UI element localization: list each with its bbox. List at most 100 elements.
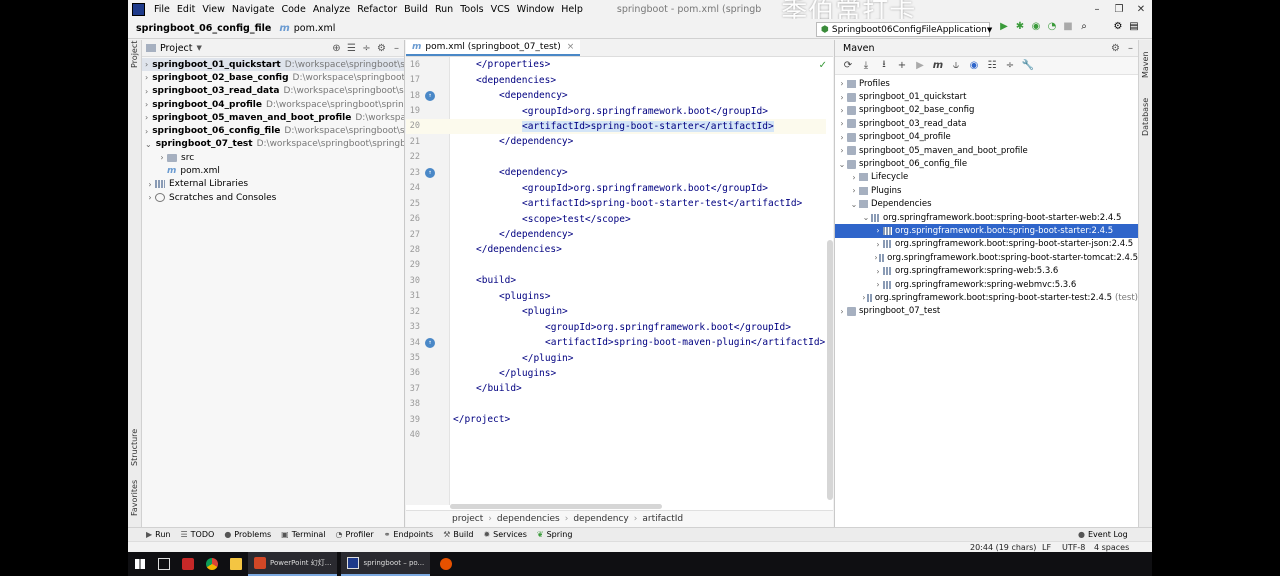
search-icon[interactable]: ⌕ xyxy=(1076,21,1092,32)
chevron-right-icon[interactable]: › xyxy=(837,106,847,115)
toolwin-terminal[interactable]: ▣ Terminal xyxy=(281,530,325,539)
menu-window[interactable]: Window xyxy=(514,4,558,15)
tree-item[interactable]: › springboot_03_read_data D:\workspace\spr… xyxy=(142,85,404,98)
tree-item[interactable]: ⌄ springboot_07_test D:\workspace\springbo… xyxy=(142,138,404,151)
chevron-right-icon[interactable]: › xyxy=(837,133,847,142)
code-line[interactable]: 36 </plugins> xyxy=(406,366,826,381)
toolwin-run[interactable]: ▶ Run xyxy=(146,530,171,539)
code-line[interactable]: 30 <build> xyxy=(406,273,826,288)
toolwin-services[interactable]: ✹ Services xyxy=(483,530,526,539)
code-line[interactable]: 39 </project> xyxy=(406,412,826,427)
code-line[interactable]: 21 </dependency> xyxy=(406,134,826,149)
maven-tree-item[interactable]: › springboot_07_test xyxy=(835,305,1138,318)
maven-tree-item[interactable]: › org.springframework.boot:spring-boot-st… xyxy=(835,291,1138,304)
maven-tree-item[interactable]: › org.springframework.boot:spring-boot-st… xyxy=(835,238,1138,251)
wrench-icon[interactable]: 🔧 xyxy=(1019,60,1037,71)
chevron-right-icon[interactable]: › xyxy=(837,93,847,102)
override-gutter-icon[interactable]: ↑ xyxy=(425,167,435,178)
expand-all-icon[interactable]: ☰ xyxy=(344,43,359,54)
caret-position[interactable]: 20:44 (19 chars) xyxy=(970,543,1036,552)
chevron-right-icon[interactable]: › xyxy=(145,87,148,96)
file-encoding[interactable]: UTF-8 xyxy=(1062,543,1085,552)
minimize-icon[interactable]: – xyxy=(1086,4,1108,15)
code-line[interactable]: 22 xyxy=(406,150,826,165)
chevron-down-icon[interactable]: ⌄ xyxy=(145,140,152,149)
download-icon[interactable]: ⭳ xyxy=(875,57,893,74)
tree-item[interactable]: › springboot_06_config_file D:\workspace\s… xyxy=(142,124,404,137)
maven-tree-item[interactable]: › springboot_04_profile xyxy=(835,131,1138,144)
chevron-down-icon[interactable]: ▼ xyxy=(197,44,202,52)
menu-build[interactable]: Build xyxy=(401,4,432,15)
close-icon[interactable]: ✕ xyxy=(1130,4,1152,15)
maximize-icon[interactable]: ❐ xyxy=(1108,4,1130,15)
chevron-right-icon[interactable]: › xyxy=(837,119,847,128)
project-panel-title[interactable]: Project xyxy=(160,43,193,54)
breadcrumb-artifactid[interactable]: artifactId xyxy=(642,514,683,524)
code-line[interactable]: 18 ↑ <dependency> xyxy=(406,88,826,103)
line-separator[interactable]: LF xyxy=(1042,543,1051,552)
code-line[interactable]: 26 <scope>test</scope> xyxy=(406,211,826,226)
stripe-database[interactable]: Database xyxy=(1141,98,1150,136)
menu-help[interactable]: Help xyxy=(558,4,587,15)
maven-tree-item[interactable]: › Profiles xyxy=(835,77,1138,90)
menu-run[interactable]: Run xyxy=(432,4,457,15)
add-icon[interactable]: + xyxy=(893,60,911,71)
maven-goal-icon[interactable]: m xyxy=(929,60,947,71)
code-line[interactable]: 25 <artifactId>spring-boot-starter-test</… xyxy=(406,196,826,211)
indent-setting[interactable]: 4 spaces xyxy=(1094,543,1129,552)
code-line[interactable]: 17 <dependencies> xyxy=(406,72,826,87)
code-line[interactable]: 40 xyxy=(406,428,826,443)
chevron-right-icon[interactable]: › xyxy=(145,180,155,189)
collapse-all-icon[interactable]: ÷ xyxy=(1001,60,1019,71)
maven-tree-item[interactable]: › org.springframework.boot:spring-boot-st… xyxy=(835,224,1138,238)
maven-tree-item[interactable]: › springboot_01_quickstart xyxy=(835,90,1138,103)
code-line[interactable]: 23 ↑ <dependency> xyxy=(406,165,826,180)
collapse-all-icon[interactable]: ÷ xyxy=(359,43,374,54)
chevron-down-icon[interactable]: ⌄ xyxy=(837,160,847,169)
maven-tree-item[interactable]: › Lifecycle xyxy=(835,171,1138,184)
menu-tools[interactable]: Tools xyxy=(457,4,487,15)
layout-icon[interactable]: ▤ xyxy=(1126,21,1142,32)
chevron-right-icon[interactable]: › xyxy=(157,153,167,162)
debug-icon[interactable]: ✱ xyxy=(1012,21,1028,32)
tree-item[interactable]: › springboot_01_quickstart D:\workspace\sp… xyxy=(142,58,404,72)
nav-file-crumb[interactable]: pom.xml xyxy=(290,23,336,34)
settings-icon[interactable]: ⚙ xyxy=(1110,21,1126,32)
chevron-right-icon[interactable]: › xyxy=(849,173,859,182)
inspection-ok-icon[interactable]: ✓ xyxy=(819,60,827,71)
editor-horizontal-scrollbar[interactable] xyxy=(450,504,662,509)
chevron-right-icon[interactable]: › xyxy=(145,100,148,109)
tree-item[interactable]: › External Libraries xyxy=(142,178,404,191)
chevron-right-icon[interactable]: › xyxy=(145,113,148,122)
code-line[interactable]: 29 xyxy=(406,258,826,273)
skip-tests-icon[interactable]: ◉ xyxy=(965,60,983,71)
stripe-maven[interactable]: Maven xyxy=(1141,51,1150,78)
breadcrumb-project[interactable]: project xyxy=(452,514,483,524)
taskview-icon[interactable] xyxy=(152,552,176,576)
chevron-right-icon[interactable]: › xyxy=(873,240,883,249)
chevron-right-icon[interactable]: › xyxy=(873,280,883,289)
menu-file[interactable]: File xyxy=(151,4,174,15)
tree-item[interactable]: › springboot_04_profile D:\workspace\sprin… xyxy=(142,98,404,111)
chevron-right-icon[interactable]: › xyxy=(145,193,155,202)
run-icon[interactable]: ▶ xyxy=(996,21,1012,32)
tree-item[interactable]: › springboot_02_base_config D:\workspace\s… xyxy=(142,71,404,84)
windows-start-icon[interactable] xyxy=(128,552,152,576)
locate-icon[interactable]: ⊕ xyxy=(329,43,344,54)
show-dependencies-icon[interactable]: ☷ xyxy=(983,60,1001,71)
code-line[interactable]: 31 <plugins> xyxy=(406,289,826,304)
chevron-right-icon[interactable]: › xyxy=(145,60,148,69)
code-line[interactable]: 27 </dependency> xyxy=(406,227,826,242)
hide-icon[interactable]: – xyxy=(389,43,404,54)
toolwin-problems[interactable]: ● Problems xyxy=(224,530,271,539)
chevron-right-icon[interactable]: › xyxy=(873,267,883,276)
override-gutter-icon[interactable]: ↑ xyxy=(425,337,435,348)
maven-tree-item[interactable]: › springboot_05_maven_and_boot_profile xyxy=(835,144,1138,157)
toolwin-profiler[interactable]: ◔ Profiler xyxy=(336,530,374,539)
code-line[interactable]: 19 <groupId>org.springframework.boot</gro… xyxy=(406,103,826,118)
run-configuration-select[interactable]: ⬢ Springboot06ConfigFileApplication ▼ xyxy=(816,22,992,37)
taskbar-intellij[interactable]: springboot – po... xyxy=(341,552,431,576)
override-gutter-icon[interactable]: ↑ xyxy=(425,90,435,101)
chevron-right-icon[interactable]: › xyxy=(873,226,883,235)
menu-refactor[interactable]: Refactor xyxy=(354,4,401,15)
